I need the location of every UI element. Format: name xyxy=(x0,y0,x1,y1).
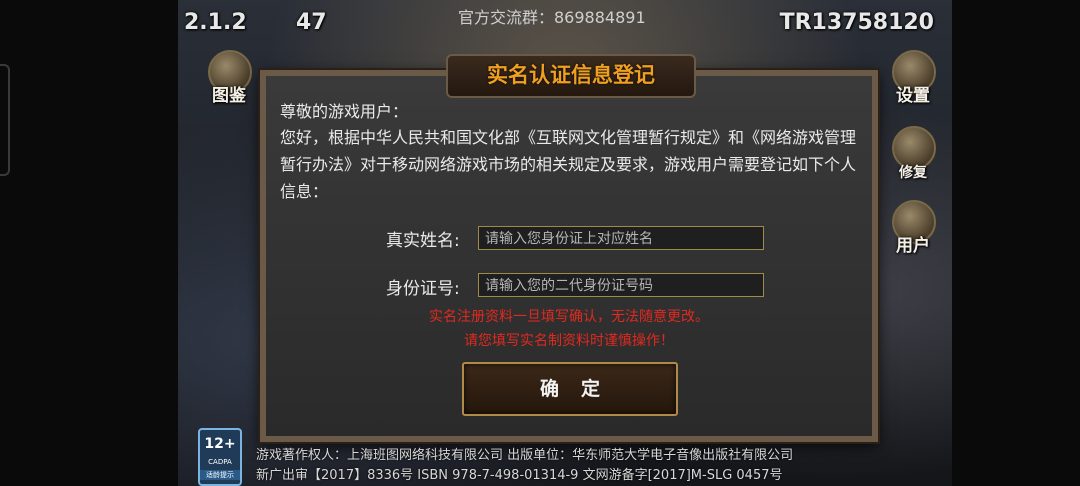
intro-text: 您好，根据中华人民共和国文化部《互联网文化管理暂行规定》和《网络游戏管理暂行办法… xyxy=(280,128,857,201)
repair-label: 修复 xyxy=(899,165,927,181)
encyclopedia-button[interactable]: 图鉴 xyxy=(200,48,258,106)
id-number-input[interactable]: 请输入您的二代身份证号码 xyxy=(478,273,764,297)
confirm-button[interactable]: 确定 xyxy=(462,362,678,416)
qq-group-label: 官方交流群：869884891 xyxy=(458,8,646,27)
age-rating-org: CADPA xyxy=(208,458,232,466)
hud-top-bar: 2.1.2 47 官方交流群：869884891 TR13758120 xyxy=(178,0,952,44)
real-name-dialog: 实名认证信息登记 尊敬的游戏用户： 您好，根据中华人民共和国文化部《互联网文化管… xyxy=(260,54,878,442)
device-bezel-left xyxy=(0,0,178,486)
age-rating-value: 12+ xyxy=(204,436,236,452)
user-button[interactable]: 用户 xyxy=(884,198,942,256)
settings-button[interactable]: 设置 xyxy=(884,48,942,106)
name-label: 真实姓名: xyxy=(386,231,460,251)
counter-label: 47 xyxy=(296,10,327,35)
encyclopedia-label: 图鉴 xyxy=(212,86,246,106)
license-line: 新广出审【2017】8336号 ISBN 978-7-498-01314-9 文… xyxy=(256,468,783,483)
version-label: 2.1.2 xyxy=(184,10,247,35)
id-label: 身份证号: xyxy=(386,279,460,299)
user-label: 用户 xyxy=(896,236,930,256)
game-screen: 2.1.2 47 官方交流群：869884891 TR13758120 图鉴 设… xyxy=(178,0,952,486)
age-rating-tip: 适龄提示 xyxy=(200,470,240,480)
device-bezel-right xyxy=(952,0,1080,486)
copyright-line: 游戏著作权人：上海班图网络科技有限公司 出版单位：华东师范大学电子音像出版社有限… xyxy=(256,448,794,463)
device-edge-indicator xyxy=(0,64,10,176)
age-rating-badge: 12+ CADPA 适龄提示 xyxy=(198,428,242,486)
footer-info: 12+ CADPA 适龄提示 游戏著作权人：上海班图网络科技有限公司 出版单位：… xyxy=(198,428,938,486)
settings-label: 设置 xyxy=(896,86,930,106)
warning-line-2: 请您填写实名制资料时谨慎操作！ xyxy=(464,333,674,349)
name-input[interactable]: 请输入您身份证上对应姓名 xyxy=(478,226,764,250)
repair-button[interactable]: 修复 xyxy=(884,124,942,182)
player-id-label: TR13758120 xyxy=(779,10,934,35)
warning-line-1: 实名注册资料一旦填写确认，无法随意更改。 xyxy=(429,309,709,325)
greeting-text: 尊敬的游戏用户： xyxy=(280,102,409,121)
dialog-title: 实名认证信息登记 xyxy=(446,54,696,98)
